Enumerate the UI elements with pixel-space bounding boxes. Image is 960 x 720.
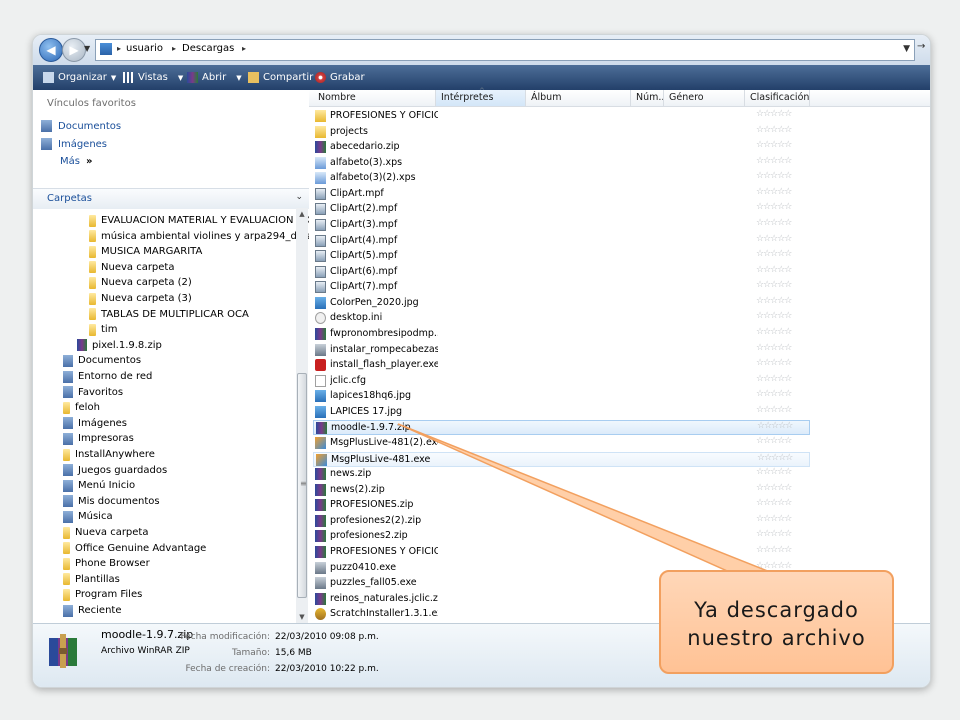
callout-line-1: Ya descargado: [694, 598, 859, 622]
callout-line-2: nuestro archivo: [687, 626, 866, 650]
annotation-callout: Ya descargado nuestro archivo: [659, 570, 894, 674]
